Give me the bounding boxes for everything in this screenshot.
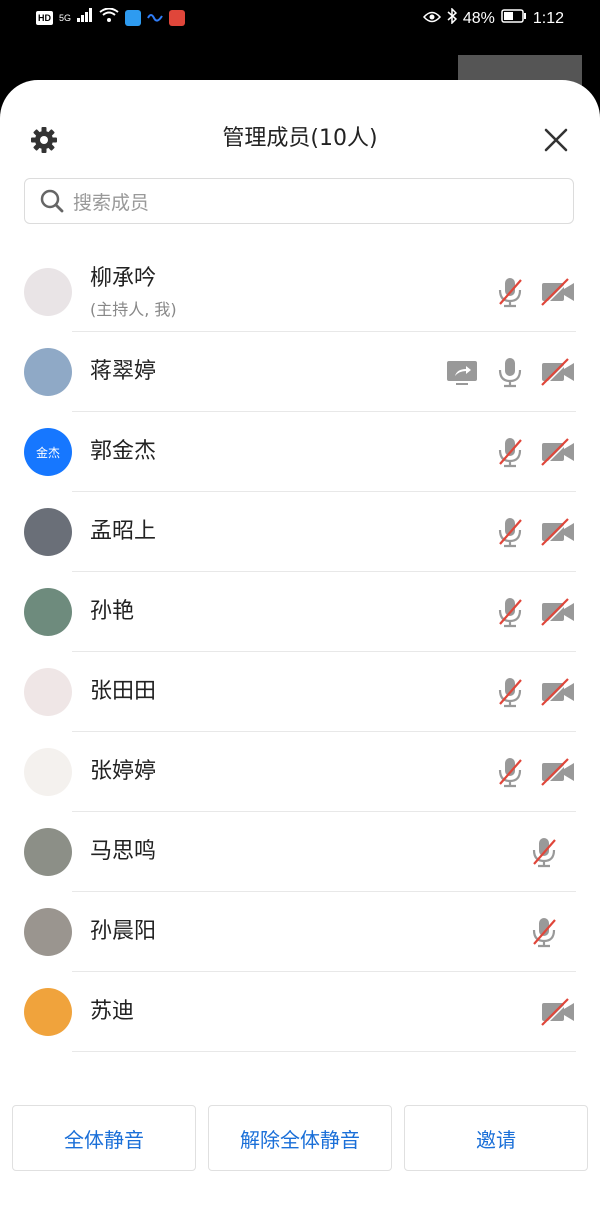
app-wave-icon (147, 9, 163, 27)
close-icon[interactable] (540, 124, 572, 156)
camera-off-icon[interactable] (540, 274, 576, 310)
avatar (24, 828, 72, 876)
avatar (24, 988, 72, 1036)
member-name: 郭金杰 (90, 439, 157, 464)
avatar (24, 268, 72, 316)
member-name: 张田田 (90, 679, 157, 704)
microphone-muted-icon[interactable] (492, 274, 528, 310)
bluetooth-icon (447, 7, 457, 29)
avatar: 金杰 (24, 428, 72, 476)
member-name: 孙艳 (90, 599, 135, 624)
avatar (24, 668, 72, 716)
camera-off-icon[interactable] (540, 354, 576, 390)
member-role: (主持人, 我) (90, 300, 177, 319)
search-icon (40, 189, 64, 213)
microphone-muted-icon[interactable] (492, 434, 528, 470)
member-row[interactable]: 马思鸣 (0, 812, 600, 892)
member-row[interactable]: 柳承吟 (主持人, 我) (0, 252, 600, 332)
member-name: 苏迪 (90, 999, 135, 1024)
avatar (24, 508, 72, 556)
member-name: 蒋翠婷 (90, 359, 157, 384)
microphone-muted-icon[interactable] (492, 514, 528, 550)
camera-off-icon[interactable] (540, 754, 576, 790)
camera-off-icon[interactable] (540, 994, 576, 1030)
member-row[interactable]: 金杰 郭金杰 (0, 412, 600, 492)
member-management-sheet: 管理成员(10人) 搜索成员 柳承吟 (主持人, 我) 蒋翠婷金杰 郭金杰孟昭上孙艳张… (0, 80, 600, 1224)
signal-icon (77, 8, 93, 27)
microphone-muted-icon[interactable] (526, 914, 562, 950)
member-row[interactable]: 苏迪 (0, 972, 600, 1052)
microphone-muted-icon[interactable] (492, 594, 528, 630)
mic-recording-icon (169, 9, 186, 26)
avatar (24, 588, 72, 636)
search-input[interactable]: 搜索成员 (24, 178, 574, 224)
search-placeholder: 搜索成员 (73, 191, 150, 214)
avatar (24, 908, 72, 956)
page-title: 管理成员(10人) (222, 126, 378, 151)
invite-button[interactable]: 邀请 (404, 1105, 588, 1171)
member-row[interactable]: 蒋翠婷 (0, 332, 600, 412)
camera-off-icon[interactable] (540, 514, 576, 550)
member-name: 马思鸣 (90, 839, 157, 864)
wifi-icon (99, 7, 119, 27)
network-badge: 5G (59, 12, 72, 23)
screen-share-icon[interactable] (444, 354, 480, 390)
avatar-text: 金杰 (35, 445, 60, 460)
member-list: 柳承吟 (主持人, 我) 蒋翠婷金杰 郭金杰孟昭上孙艳张田田张婷婷马思鸣孙晨阳苏迪 (0, 252, 600, 1052)
member-row[interactable]: 孙艳 (0, 572, 600, 652)
member-row[interactable]: 张田田 (0, 652, 600, 732)
microphone-muted-icon[interactable] (492, 674, 528, 710)
hd-badge: HD (36, 10, 53, 25)
eye-icon (422, 10, 441, 28)
microphone-muted-icon[interactable] (526, 834, 562, 870)
mute-all-button[interactable]: 全体静音 (12, 1105, 196, 1171)
avatar (24, 348, 72, 396)
microphone-icon[interactable] (492, 354, 528, 390)
status-left: HD 5G (36, 7, 186, 27)
app-notification-icon (125, 9, 142, 26)
battery-percent: 48% (462, 9, 495, 27)
camera-off-icon[interactable] (540, 674, 576, 710)
camera-off-icon[interactable] (540, 594, 576, 630)
status-bar: HD 5G 48% 1:12 (0, 0, 600, 40)
member-name: 张婷婷 (90, 759, 157, 784)
member-row[interactable]: 孙晨阳 (0, 892, 600, 972)
microphone-muted-icon[interactable] (492, 754, 528, 790)
row-divider (72, 1051, 576, 1052)
camera-off-icon[interactable] (540, 434, 576, 470)
avatar (24, 748, 72, 796)
battery-icon (501, 9, 527, 28)
member-row[interactable]: 张婷婷 (0, 732, 600, 812)
unmute-all-button[interactable]: 解除全体静音 (208, 1105, 392, 1171)
member-name: 柳承吟 (90, 266, 157, 291)
member-name: 孙晨阳 (90, 919, 157, 944)
status-right: 48% 1:12 (422, 7, 564, 29)
member-row[interactable]: 孟昭上 (0, 492, 600, 572)
clock: 1:12 (532, 9, 564, 27)
member-name: 孟昭上 (90, 519, 157, 544)
